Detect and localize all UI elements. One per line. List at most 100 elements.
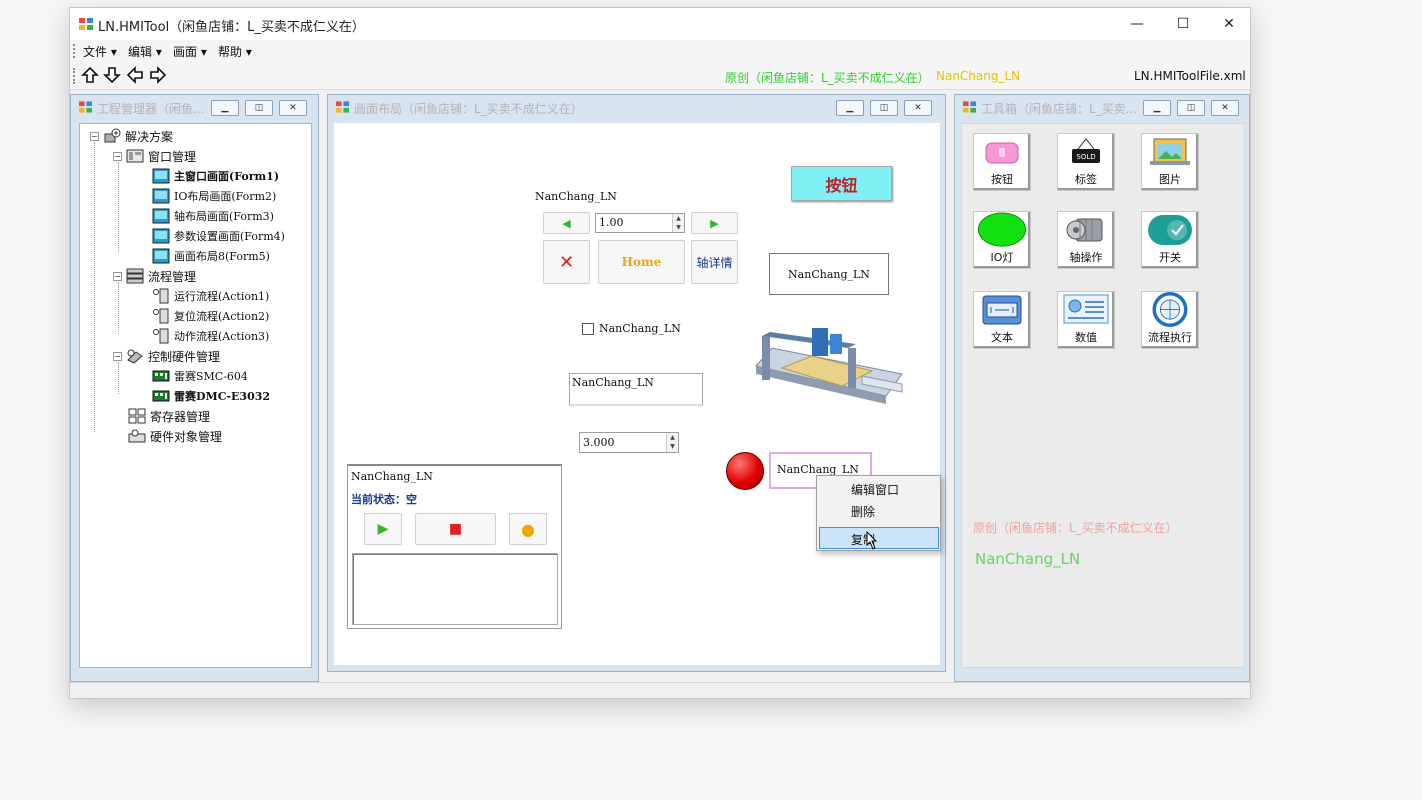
tree-root[interactable]: − 解决方案 (90, 126, 173, 146)
maximize-button[interactable]: ☐ (1160, 8, 1206, 40)
collapse-icon[interactable]: − (113, 151, 122, 161)
numeric-input[interactable]: 3.000 ▲ ▼ (579, 432, 679, 453)
tree-label: 流程管理 (148, 269, 197, 284)
tree-label: 寄存器管理 (150, 409, 211, 424)
tree-hw-2[interactable]: 雷赛DMC-E3032 (152, 386, 270, 406)
tree-window-mgmt[interactable]: − 窗口管理 (113, 146, 196, 166)
child-close-button[interactable]: ✕ (1211, 100, 1239, 116)
axis-stop-button[interactable]: ✕ (543, 240, 590, 284)
tree-form-1[interactable]: 主窗口画面(Form1) (152, 166, 279, 186)
tool-label-widget[interactable]: SOLD 标签 (1057, 133, 1115, 191)
tool-switch[interactable]: 开关 (1141, 211, 1199, 269)
child-minimize-button[interactable]: ▁ (211, 100, 239, 116)
pdca-cycle-icon (1152, 292, 1188, 327)
servo-motor-icon (1066, 218, 1103, 242)
tree-hw-mgmt[interactable]: − 控制硬件管理 (113, 346, 220, 366)
tool-axis-operation[interactable]: 轴操作 (1057, 211, 1115, 269)
hmi-textbox[interactable]: NanChang_LN (569, 373, 703, 406)
home-button[interactable]: Home (598, 240, 685, 284)
up-arrow-icon[interactable] (81, 66, 99, 84)
axis-detail-button[interactable]: 轴详情 (691, 240, 738, 284)
tool-numeric[interactable]: 数值 (1057, 291, 1115, 349)
left-arrow-icon[interactable] (126, 66, 144, 84)
window-icon (336, 101, 349, 113)
solution-icon (104, 128, 121, 143)
tree-form-4[interactable]: 参数设置画面(Form4) (152, 226, 285, 246)
toolbox-credit-text: 原创（闲鱼店铺：L_买卖不成仁义在） (973, 521, 1178, 535)
toolbox-title: 工具箱（闲鱼店铺：L_买卖... (981, 102, 1138, 116)
tree-flow-mgmt[interactable]: − 流程管理 (113, 266, 196, 286)
window-manager-icon (126, 149, 144, 163)
tree-hw-object-mgmt[interactable]: 硬件对象管理 (128, 426, 222, 446)
axis-value-input[interactable]: 1.00 ▲ ▼ (595, 213, 685, 233)
flow-stop-button[interactable]: ■ (415, 513, 496, 545)
flow-pause-button[interactable]: ● (509, 513, 547, 545)
tree-label: 轴布局画面(Form3) (174, 210, 274, 223)
child-restore-button[interactable]: ◫ (870, 100, 898, 116)
tree-hw-1[interactable]: 雷赛SMC-604 (152, 366, 248, 386)
board-icon (152, 370, 170, 382)
hardware-object-icon (128, 429, 146, 443)
tree-form-5[interactable]: 画面布局8(Form5) (152, 246, 270, 266)
menu-file[interactable]: 文件 ▾ (83, 43, 117, 60)
context-delete[interactable]: 删除 (851, 503, 875, 520)
flow-log-box[interactable] (352, 553, 558, 625)
child-close-button[interactable]: ✕ (904, 100, 932, 116)
io-lamp[interactable] (726, 452, 764, 490)
child-restore-button[interactable]: ◫ (1177, 100, 1205, 116)
tree-label: 控制硬件管理 (148, 349, 221, 364)
board-icon (152, 390, 170, 402)
checkbox-box[interactable] (582, 322, 594, 335)
tree-register-mgmt[interactable]: 寄存器管理 (128, 406, 210, 426)
picture-frame-icon (1150, 138, 1190, 165)
minimize-icon: — (1130, 16, 1144, 32)
main-window: LN.HMITool（闲鱼店铺：L_买卖不成仁义在） — ☐ ✕ 文件 ▾ 编辑… (69, 7, 1251, 699)
tree-flow-3[interactable]: 动作流程(Action3) (152, 326, 269, 346)
pause-dot-icon: ● (521, 519, 535, 539)
tool-flow-execution[interactable]: 流程执行 (1141, 291, 1199, 349)
spin-arrows[interactable]: ▲ ▼ (666, 433, 678, 452)
play-icon: ▶ (377, 521, 389, 537)
tree-flow-1[interactable]: 运行流程(Action1) (152, 286, 269, 306)
tool-label: 流程执行 (1148, 331, 1192, 344)
child-minimize-button[interactable]: ▁ (1143, 100, 1171, 116)
context-edit-window[interactable]: 编辑窗口 (851, 481, 899, 498)
tool-io-lamp[interactable]: IO灯 (973, 211, 1031, 269)
tree-line (94, 142, 95, 432)
spin-arrows[interactable]: ▲ ▼ (672, 214, 684, 232)
collapse-icon[interactable]: − (113, 271, 122, 281)
minimize-button[interactable]: — (1114, 8, 1160, 40)
hmi-label-box[interactable]: NanChang_LN (769, 253, 889, 295)
menu-help[interactable]: 帮助 ▾ (218, 43, 252, 60)
tree-form-2[interactable]: IO布局画面(Form2) (152, 186, 276, 206)
tree-label: 硬件对象管理 (150, 429, 223, 444)
tree-flow-2[interactable]: 复位流程(Action2) (152, 306, 269, 326)
jog-left-button[interactable]: ◀ (543, 212, 590, 234)
child-close-button[interactable]: ✕ (279, 100, 307, 116)
right-arrow-icon[interactable] (149, 66, 167, 84)
tree-form-3[interactable]: 轴布局画面(Form3) (152, 206, 274, 226)
child-restore-button[interactable]: ◫ (245, 100, 273, 116)
tool-text[interactable]: 文本 (973, 291, 1031, 349)
text-window-icon (982, 295, 1022, 325)
menu-grip (73, 44, 75, 58)
flow-run-button[interactable]: ▶ (364, 513, 402, 545)
jog-right-button[interactable]: ▶ (691, 212, 738, 234)
hmi-checkbox[interactable]: NanChang_LN (582, 322, 681, 335)
credit-text: 原创（闲鱼店铺：L_买卖不成仁义在） (725, 71, 930, 85)
child-minimize-button[interactable]: ▁ (836, 100, 864, 116)
collapse-icon[interactable]: − (113, 351, 122, 361)
tree-label: 参数设置画面(Form4) (174, 230, 285, 243)
close-button[interactable]: ✕ (1206, 8, 1252, 40)
menu-screen[interactable]: 画面 ▾ (173, 43, 207, 60)
down-arrow-icon[interactable] (103, 66, 121, 84)
hmi-button[interactable]: 按钮 (791, 166, 892, 201)
numeric-board-icon (1063, 294, 1109, 324)
stop-icon: ■ (448, 521, 463, 537)
tool-image[interactable]: 图片 (1141, 133, 1199, 191)
menu-edit[interactable]: 编辑 ▾ (128, 43, 162, 60)
tree-label: 雷赛DMC-E3032 (174, 390, 271, 403)
collapse-icon[interactable]: − (90, 131, 99, 141)
tool-button[interactable]: 按钮 (973, 133, 1031, 191)
toggle-switch-icon (1148, 215, 1192, 245)
